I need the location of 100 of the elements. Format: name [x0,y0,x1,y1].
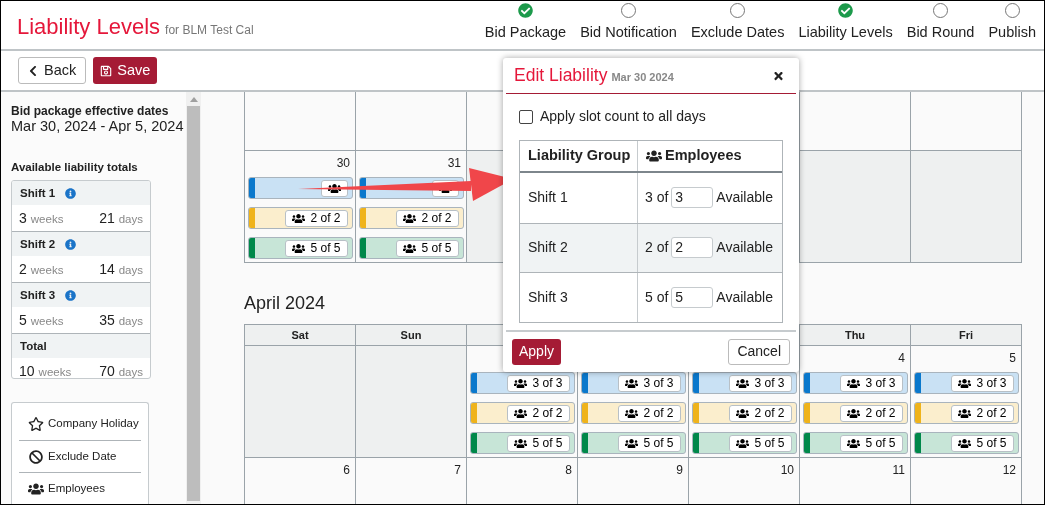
liability-slot[interactable]: 5 of 5 [802,432,908,454]
people-icon [736,407,750,419]
liability-slot[interactable]: 5 of 5 [247,237,353,259]
people-icon [958,377,972,389]
back-button[interactable]: Back [18,57,87,84]
liability-slot[interactable]: 2 of 2 [913,402,1019,424]
liability-slot[interactable]: 3 of 3 [802,372,908,394]
weekday-header: Thu [800,325,911,346]
slot-count: 5 of 5 [421,240,452,257]
scrollbar[interactable] [186,92,201,504]
day-number: 5 [1009,350,1016,367]
people-icon [292,242,306,254]
day-number: 4 [898,350,905,367]
liability-slot[interactable]: 3 of 3 [691,372,797,394]
legend-label: Exclude Date [48,448,117,464]
count-label: 2 of [645,238,669,258]
liability-slot[interactable]: 3 of 3 [913,372,1019,394]
days-unit: days [118,313,143,329]
liability-slot[interactable] [247,177,353,199]
people-icon [403,212,417,224]
liability-slot[interactable]: 5 of 5 [691,432,797,454]
step-label[interactable]: Exclude Dates [690,22,785,44]
day-number: 30 [336,155,350,172]
liability-slot[interactable]: 5 of 5 [913,432,1019,454]
people-icon [514,407,528,419]
people-icon [646,149,662,163]
slot-count-input[interactable]: 2 [671,237,714,259]
legend-label: Employees [48,480,105,496]
days-value: 21 [99,208,115,228]
day-number: 9 [676,462,683,479]
weeks-value: 2 [19,259,27,279]
available-label: Available [716,188,773,208]
weekday-header: Fri [911,325,1022,346]
chevron-left-icon [28,64,38,77]
step-label[interactable]: Bid Round [906,22,975,44]
people-icon [958,437,972,449]
liability-slot[interactable]: 2 of 2 [469,402,575,424]
slot-count: 2 of 2 [532,405,563,422]
liability-slot[interactable]: 2 of 2 [247,207,353,229]
shift-name: Shift 1 [20,185,56,201]
day-number: 6 [343,462,350,479]
slot-count: 3 of 3 [754,375,785,392]
liability-slot[interactable]: 2 of 2 [691,402,797,424]
day-number: 31 [447,155,461,172]
column-header: Employees [665,146,742,166]
month-heading: April 2024 [244,292,326,315]
cancel-button[interactable]: Cancel [728,338,790,365]
slot-count: 5 of 5 [976,435,1007,452]
available-label: Available [716,238,773,258]
step-label[interactable]: Bid Package [484,22,567,44]
people-icon [514,437,528,449]
slot-count: 5 of 5 [754,435,785,452]
liability-slot[interactable]: 5 of 5 [358,237,464,259]
step-label[interactable]: Publish [988,22,1036,44]
day-number: 12 [1002,462,1016,479]
day-number: 10 [780,462,794,479]
close-icon[interactable] [773,69,784,82]
apply-button[interactable]: Apply [512,338,562,365]
liability-slot[interactable]: 5 of 5 [469,432,575,454]
slot-count-input[interactable]: 3 [671,187,714,209]
star-icon [28,417,44,431]
count-label: 3 of [645,188,669,208]
days-unit: days [118,262,143,278]
liability-slot[interactable]: 2 of 2 [802,402,908,424]
liability-slot[interactable]: 3 of 3 [580,372,686,394]
scrollbar-thumb[interactable] [187,106,200,501]
column-header: Liability Group [520,141,638,171]
checkbox[interactable] [519,109,533,124]
step-label[interactable]: Liability Levels [798,22,893,44]
weeks-unit: weeks [30,262,64,278]
day-number: 8 [565,462,572,479]
save-button[interactable]: Save [93,57,158,84]
dates-label: Bid package effective dates [11,104,170,118]
legend-label: Company Holiday [48,416,139,432]
liability-slot[interactable]: 2 of 2 [580,402,686,424]
people-icon [403,242,417,254]
weeks-unit: weeks [30,313,64,329]
step-label[interactable]: Bid Notification [580,22,677,44]
page-subtitle: for BLM Test Cal [165,22,254,39]
effective-dates: Mar 30, 2024 - Apr 5, 2024 [11,118,185,135]
checkbox-label: Apply slot count to all days [540,107,706,126]
slot-count: 2 of 2 [976,405,1007,422]
day-number: 11 [892,462,905,479]
slot-count: 3 of 3 [865,375,896,392]
day-number: 7 [454,462,461,479]
slot-count: 5 of 5 [865,435,896,452]
liability-slot[interactable]: 3 of 3 [469,372,575,394]
slot-count: 3 of 3 [532,375,563,392]
people-icon [292,212,306,224]
dialog-title: Edit Liability [514,64,608,88]
slot-count: 5 of 5 [310,240,341,257]
weeks-unit: weeks [30,211,64,227]
liability-slot[interactable]: 5 of 5 [580,432,686,454]
slot-count: 2 of 2 [421,210,452,227]
dialog-date: Mar 30 2024 [611,70,674,86]
people-icon [736,377,750,389]
slot-count-input[interactable]: 5 [671,286,714,308]
liability-slot[interactable]: 2 of 2 [358,207,464,229]
ban-icon [28,449,44,464]
shift-name: Total [20,338,47,354]
